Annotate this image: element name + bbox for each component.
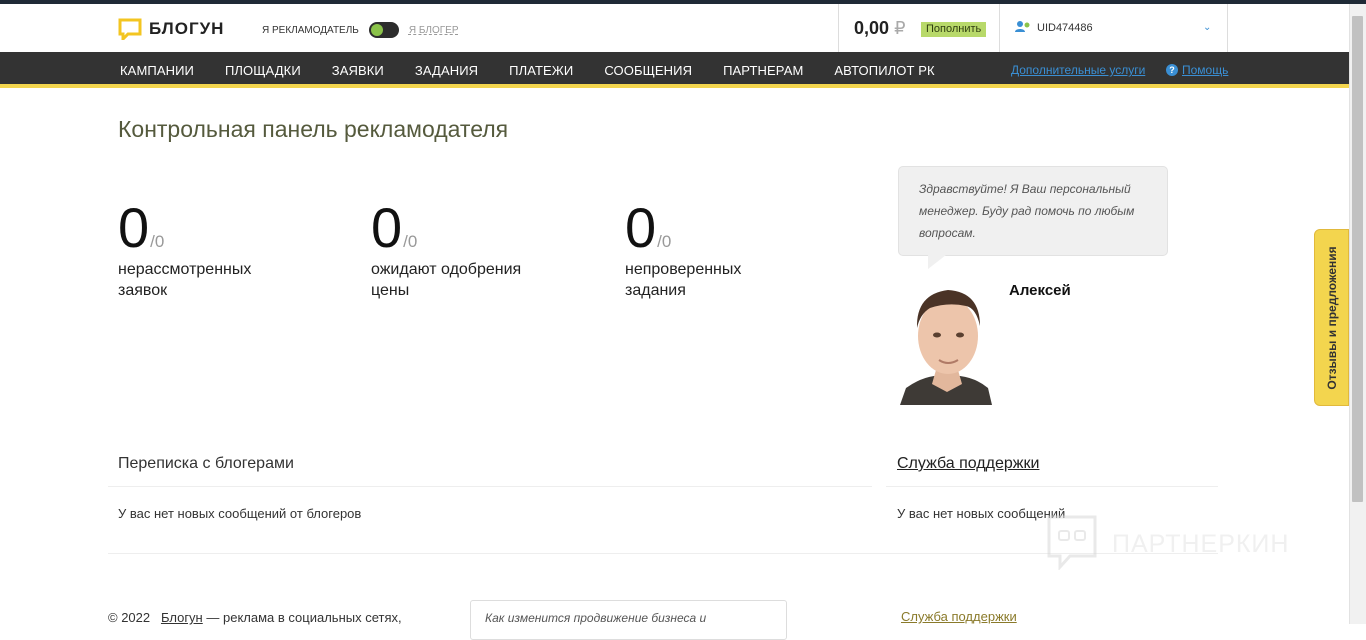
nav-item-tasks[interactable]: ЗАДАНИЯ	[415, 63, 478, 78]
stat-total: /0	[150, 232, 165, 251]
feedback-tab[interactable]: Отзывы и предложения	[1314, 229, 1349, 406]
footer-support-link[interactable]: Служба поддержки	[901, 609, 1017, 624]
topup-button[interactable]: Пополнить	[921, 22, 987, 37]
footer-copyright: © 2022 Блогун — реклама в социальных сет…	[108, 610, 402, 625]
role-switch: Я РЕКЛАМОДАТЕЛЬ Я БЛОГЕР	[262, 22, 459, 38]
stat-label: нерассмотренных заявок	[118, 261, 252, 299]
role-toggle[interactable]	[368, 22, 399, 38]
nav-item-autopilot[interactable]: АВТОПИЛОТ РК	[834, 63, 934, 78]
balance: 0,00 ₽	[854, 18, 906, 39]
watermark: ПАРТНЕРКИН	[1046, 514, 1289, 575]
watermark-logo-icon	[1046, 514, 1098, 575]
support-empty-message: У вас нет новых сообщений	[897, 506, 1066, 521]
role-advertiser-label[interactable]: Я РЕКЛАМОДАТЕЛЬ	[262, 25, 359, 36]
divider	[886, 486, 1218, 487]
logo-icon	[118, 18, 142, 43]
stat-number: 0 /0	[118, 200, 318, 256]
stat-value: 0	[625, 196, 657, 259]
manager-avatar	[900, 280, 995, 405]
stat-total: /0	[657, 232, 672, 251]
footer-tagline: — реклама в социальных сетях,	[206, 610, 402, 625]
stat-value: 0	[118, 196, 150, 259]
page-title: Контрольная панель рекламодателя	[118, 116, 509, 142]
nav-item-payments[interactable]: ПЛАТЕЖИ	[509, 63, 573, 78]
stat-price-approval[interactable]: 0 /0 ожидают одобрения цены	[371, 200, 571, 301]
stat-unreviewed-requests[interactable]: 0 /0 нерассмотренных заявок	[118, 200, 318, 301]
stat-label: непроверенных задания	[625, 261, 742, 299]
nav-item-platforms[interactable]: ПЛОЩАДКИ	[225, 63, 301, 78]
scrollbar-thumb[interactable]	[1352, 16, 1363, 502]
stat-number: 0 /0	[371, 200, 571, 256]
manager-greeting-bubble: Здравствуйте! Я Ваш персональный менедже…	[898, 166, 1168, 256]
stat-total: /0	[403, 232, 418, 251]
balance-box: 0,00 ₽ Пополнить	[838, 4, 1000, 52]
support-section-link[interactable]: Служба поддержки	[897, 455, 1039, 473]
help-link[interactable]: ? Помощь	[1166, 63, 1228, 77]
stat-number: 0 /0	[625, 200, 825, 256]
watermark-text: ПАРТНЕРКИН	[1112, 530, 1290, 558]
nav-item-requests[interactable]: ЗАЯВКИ	[332, 63, 384, 78]
help-icon: ?	[1166, 64, 1178, 76]
header: БЛОГУН Я РЕКЛАМОДАТЕЛЬ Я БЛОГЕР 0,00 ₽ П…	[0, 4, 1349, 52]
currency-symbol: ₽	[894, 18, 906, 38]
manager-name: Алексей	[1009, 282, 1071, 299]
extra-services-link[interactable]: Дополнительные услуги	[1011, 63, 1145, 77]
nav-items: КАМПАНИИ ПЛОЩАДКИ ЗАЯВКИ ЗАДАНИЯ ПЛАТЕЖИ…	[120, 52, 966, 88]
stat-value: 0	[371, 196, 403, 259]
nav-item-campaigns[interactable]: КАМПАНИИ	[120, 63, 194, 78]
chevron-down-icon: ⌄	[1203, 22, 1212, 33]
bloggers-empty-message: У вас нет новых сообщений от блогеров	[118, 506, 362, 521]
toggle-knob	[370, 24, 383, 36]
role-blogger-link[interactable]: Я БЛОГЕР	[409, 25, 459, 36]
user-menu[interactable]: UID474486 ⌄	[1000, 4, 1228, 52]
balance-value: 0,00	[854, 18, 890, 38]
logo[interactable]: БЛОГУН	[118, 18, 225, 43]
bloggers-messages-title: Переписка с блогерами	[118, 455, 294, 472]
user-icon	[1014, 20, 1032, 39]
footer-news-card[interactable]: Как изменится продвижение бизнеса и	[470, 600, 787, 640]
stat-label: ожидают одобрения цены	[371, 261, 522, 299]
nav-item-messages[interactable]: СООБЩЕНИЯ	[604, 63, 692, 78]
main-nav: КАМПАНИИ ПЛОЩАДКИ ЗАЯВКИ ЗАДАНИЯ ПЛАТЕЖИ…	[0, 52, 1349, 88]
footer-brand-link[interactable]: Блогун	[161, 610, 203, 625]
copyright-year: © 2022	[108, 610, 151, 625]
user-id: UID474486	[1037, 22, 1093, 34]
bubble-tail	[928, 255, 946, 269]
nav-item-partners[interactable]: ПАРТНЕРАМ	[723, 63, 803, 78]
logo-text: БЛОГУН	[149, 19, 225, 38]
help-label: Помощь	[1182, 63, 1229, 77]
feedback-label: Отзывы и предложения	[1324, 245, 1339, 390]
divider	[108, 486, 872, 487]
scrollbar[interactable]	[1349, 4, 1366, 624]
stat-unchecked-tasks[interactable]: 0 /0 непроверенных задания	[625, 200, 825, 301]
